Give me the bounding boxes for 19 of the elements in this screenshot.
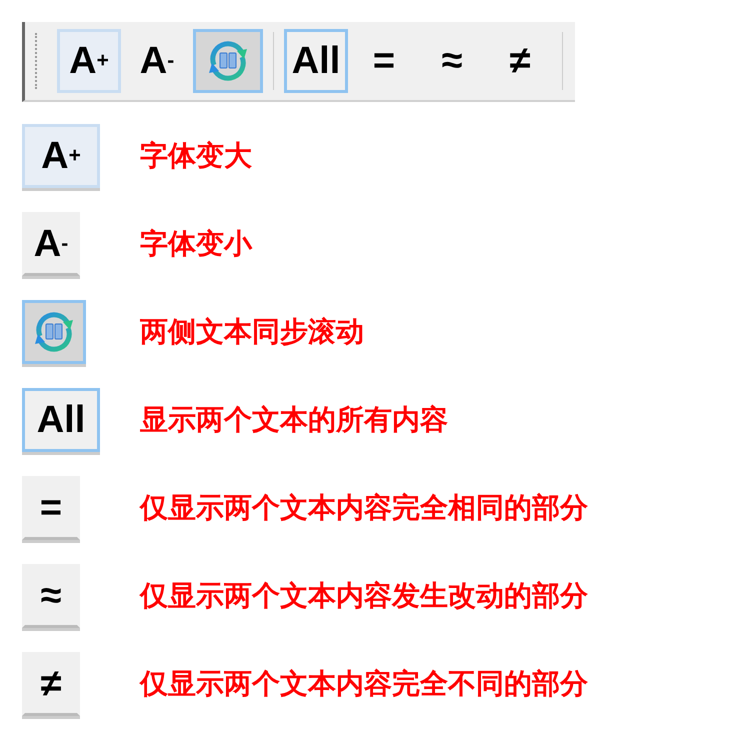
toolbar-button[interactable]: ≈ [22,564,80,628]
sync-icon [32,310,76,354]
toolbar-button[interactable]: ≠ [22,652,80,716]
description-text: 字体变小 [140,226,252,262]
description-text: 显示两个文本的所有内容 [140,402,448,438]
description-text: 字体变大 [140,138,252,174]
toolbar-button[interactable]: All [22,388,100,452]
sync-button[interactable] [22,300,86,364]
toolbar-button[interactable]: All [284,29,348,93]
description-text: 仅显示两个文本内容完全相同的部分 [140,490,588,526]
description-text: 仅显示两个文本内容完全不同的部分 [140,666,588,702]
description-text: 仅显示两个文本内容发生改动的部分 [140,578,588,614]
toolbar-button[interactable]: = [22,476,80,540]
toolbar-button[interactable]: A$^{-}$ [22,212,80,276]
toolbar-button[interactable]: A$^{+}$ [22,124,100,188]
sync-button[interactable] [193,29,263,93]
sync-icon [206,39,250,83]
toolbar-button[interactable]: A$^{+}$ [57,29,121,93]
description-text: 两侧文本同步滚动 [140,314,364,350]
